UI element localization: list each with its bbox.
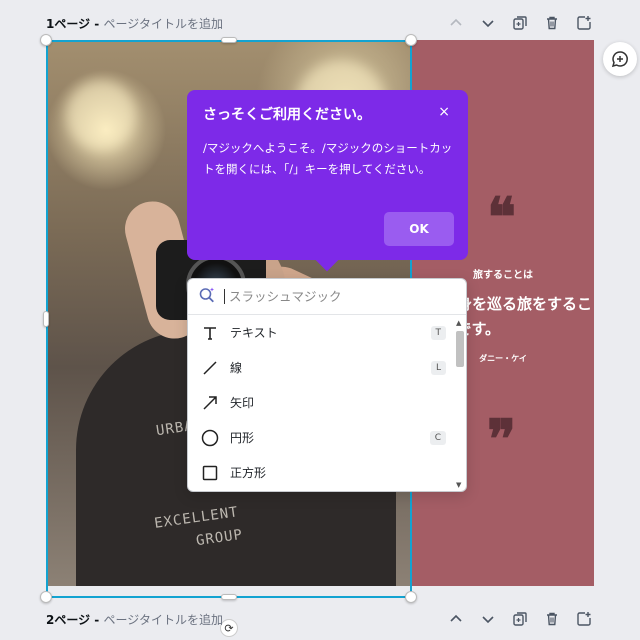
magic-search-bar <box>188 279 466 315</box>
tooltip-title: さっそくご利用ください。 <box>203 107 371 123</box>
magic-search-icon <box>198 286 216 308</box>
close-quote-icon: ❞ <box>487 407 517 471</box>
resize-handle[interactable] <box>43 311 49 327</box>
add-page-icon[interactable] <box>574 609 594 629</box>
magic-item-square[interactable]: 正方形 <box>188 455 456 490</box>
square-icon <box>200 463 220 483</box>
item-label: 正方形 <box>230 466 267 480</box>
add-comment-icon[interactable] <box>603 42 637 76</box>
shortcut-badge: C <box>429 430 446 445</box>
add-page-icon[interactable] <box>574 13 594 33</box>
delete-page-icon[interactable] <box>542 13 562 33</box>
line-icon <box>200 358 220 378</box>
tooltip-body: /マジックへようこそ。/マジックのショートカットを開くには、「/」キーを押してく… <box>203 141 453 176</box>
delete-page-icon[interactable] <box>542 609 562 629</box>
close-icon[interactable]: × <box>438 104 450 120</box>
resize-handle[interactable] <box>40 591 52 603</box>
add-page-title[interactable]: ページタイトルを追加 <box>103 613 223 627</box>
magic-search-input[interactable] <box>224 289 444 304</box>
shortcut-badge: L <box>430 360 446 375</box>
circle-icon <box>200 428 220 448</box>
resize-handle[interactable] <box>40 34 52 46</box>
magic-item-arrow[interactable]: 矢印 <box>188 385 456 420</box>
move-down-icon[interactable] <box>478 13 498 33</box>
resize-handle[interactable] <box>221 594 237 600</box>
item-label: 線 <box>230 361 243 375</box>
page-2-header: 2ページ - ページタイトルを追加 <box>46 606 594 632</box>
scrollbar[interactable]: ▲ ▼ <box>455 317 465 489</box>
item-label: 円形 <box>230 431 255 445</box>
magic-item-text[interactable]: テキスト T <box>188 315 456 350</box>
ok-button[interactable]: OK <box>384 212 454 246</box>
slash-magic-menu: テキスト T 線 L 矢印 円形 C 正方形 ▲ ▼ <box>187 278 467 492</box>
page-1-header: 1ページ - ページタイトルを追加 <box>46 10 594 36</box>
magic-item-line[interactable]: 線 L <box>188 350 456 385</box>
page-title[interactable]: 2ページ - ページタイトルを追加 <box>46 611 223 628</box>
shortcut-badge: T <box>430 325 446 340</box>
open-quote-icon: ❝ <box>487 185 517 249</box>
scroll-down-icon[interactable]: ▼ <box>456 481 461 489</box>
duplicate-page-icon[interactable] <box>510 13 530 33</box>
duplicate-page-icon[interactable] <box>510 609 530 629</box>
text-icon <box>200 323 220 343</box>
move-down-icon[interactable] <box>478 609 498 629</box>
add-page-title[interactable]: ページタイトルを追加 <box>103 17 223 31</box>
resize-handle[interactable] <box>221 37 237 43</box>
scroll-up-icon[interactable]: ▲ <box>456 319 461 327</box>
scrollbar-thumb[interactable] <box>456 331 464 367</box>
magic-onboarding-tooltip: さっそくご利用ください。 × /マジックへようこそ。/マジックのショートカットを… <box>187 90 468 272</box>
resize-handle[interactable] <box>405 34 417 46</box>
item-label: 矢印 <box>230 396 255 410</box>
move-up-icon[interactable] <box>446 13 466 33</box>
arrow-icon <box>200 393 220 413</box>
page-title[interactable]: 1ページ - ページタイトルを追加 <box>46 15 223 32</box>
resize-handle[interactable] <box>405 591 417 603</box>
magic-item-circle[interactable]: 円形 C <box>188 420 456 455</box>
move-up-icon[interactable] <box>446 609 466 629</box>
item-label: テキスト <box>230 326 278 340</box>
